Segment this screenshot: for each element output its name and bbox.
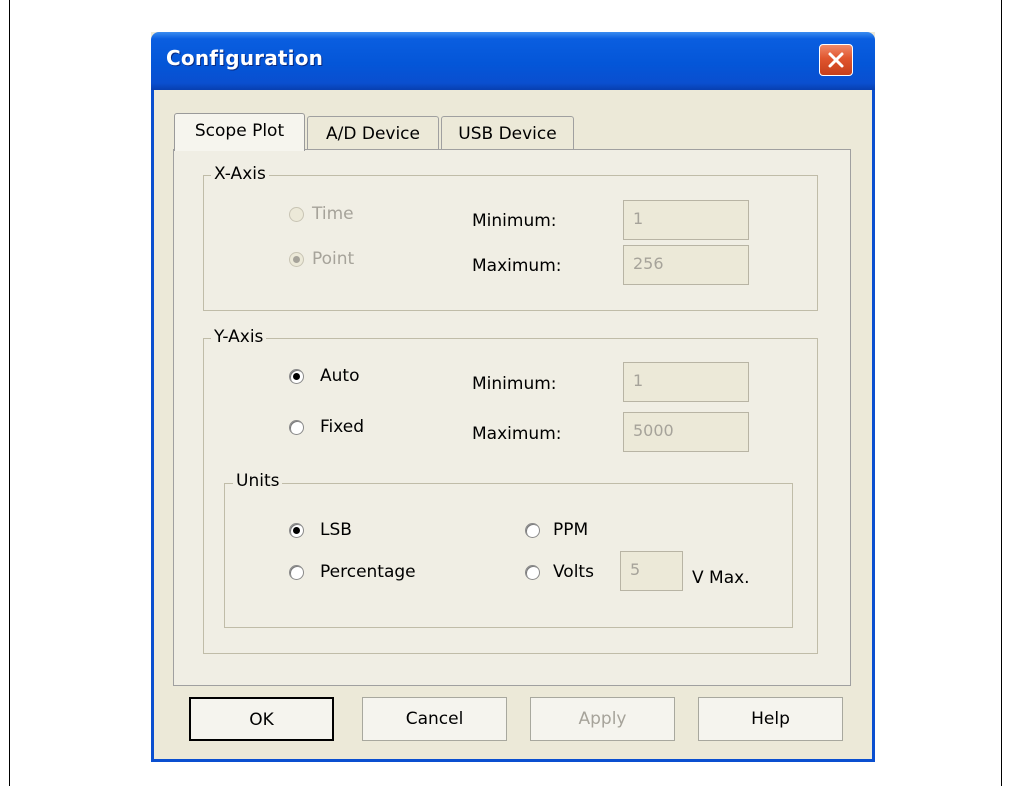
x-point-label: Point (312, 249, 355, 269)
dialog-title: Configuration (166, 46, 324, 70)
x-axis-group (203, 175, 818, 311)
y-min-field[interactable]: 1 (623, 362, 749, 402)
y-axis-legend: Y-Axis (211, 327, 267, 347)
page-frame-right-line (1001, 0, 1002, 786)
tab-label: USB Device (458, 124, 557, 144)
x-max-field[interactable]: 256 (623, 245, 749, 285)
tab-scope-plot[interactable]: Scope Plot (174, 113, 305, 151)
units-lsb-label: LSB (320, 520, 352, 540)
close-button[interactable] (819, 44, 853, 76)
y-fixed-label: Fixed (320, 417, 365, 437)
y-max-field[interactable]: 5000 (623, 412, 749, 452)
units-lsb-radio[interactable] (289, 523, 304, 538)
y-auto-label: Auto (320, 366, 360, 386)
units-ppm-label: PPM (553, 520, 589, 540)
ok-button[interactable]: OK (189, 697, 334, 741)
scope-plot-panel: X-Axis Time Point Minimum: 1 Maximum: 25… (173, 149, 851, 686)
volts-max-suffix: V Max. (692, 568, 750, 588)
units-volts-label: Volts (553, 562, 594, 582)
units-volts-radio[interactable] (525, 565, 540, 580)
units-group (224, 483, 793, 628)
apply-button[interactable]: Apply (530, 697, 675, 741)
volts-max-field[interactable]: 5 (620, 551, 683, 591)
y-max-label: Maximum: (472, 424, 562, 444)
x-time-label: Time (312, 204, 354, 224)
configuration-dialog: Configuration Scope Plot A/D Device USB … (151, 32, 875, 762)
tab-label: Scope Plot (194, 121, 285, 141)
units-percentage-label: Percentage (320, 562, 416, 582)
units-percentage-radio[interactable] (289, 565, 304, 580)
help-button[interactable]: Help (698, 697, 843, 741)
x-time-radio[interactable] (289, 207, 304, 222)
x-max-label: Maximum: (472, 256, 562, 276)
units-legend: Units (233, 471, 283, 491)
y-min-label: Minimum: (472, 374, 557, 394)
y-auto-radio[interactable] (289, 369, 304, 384)
tab-ad-device[interactable]: A/D Device (307, 116, 439, 150)
tab-usb-device[interactable]: USB Device (441, 116, 574, 150)
x-axis-legend: X-Axis (211, 164, 269, 184)
cancel-button[interactable]: Cancel (362, 697, 507, 741)
x-point-radio[interactable] (289, 252, 304, 267)
y-fixed-radio[interactable] (289, 420, 304, 435)
page-frame-left-line (9, 0, 10, 786)
x-min-field[interactable]: 1 (623, 200, 749, 240)
close-icon (828, 52, 844, 68)
x-min-label: Minimum: (472, 211, 557, 231)
title-bar[interactable]: Configuration (151, 32, 875, 90)
tab-label: A/D Device (326, 124, 420, 144)
units-ppm-radio[interactable] (525, 523, 540, 538)
